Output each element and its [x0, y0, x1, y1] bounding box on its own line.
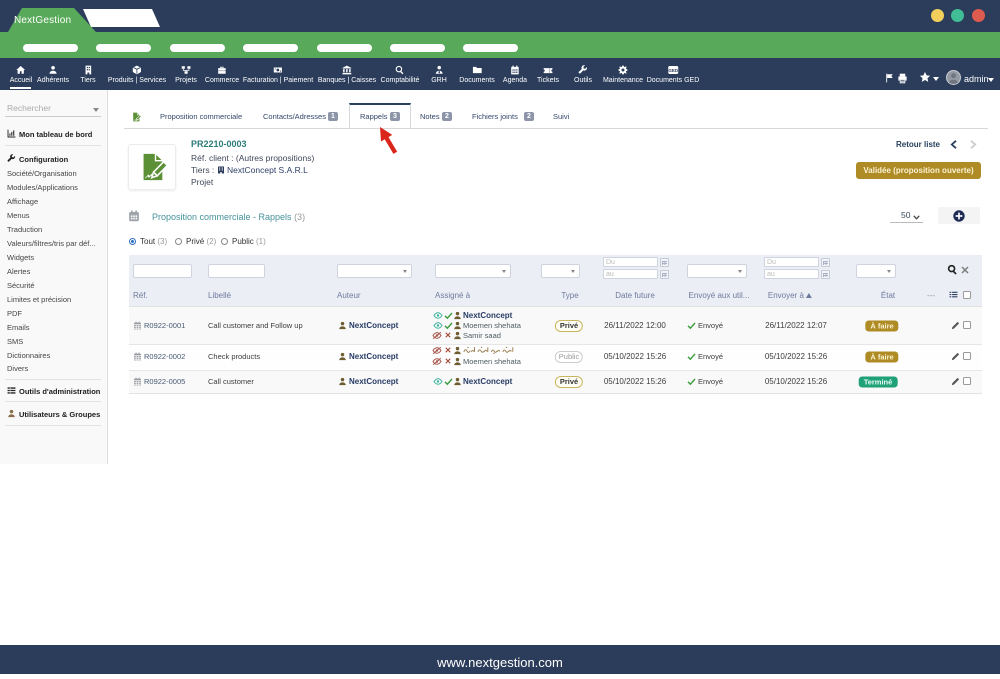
svg-text:GED: GED: [668, 68, 678, 73]
